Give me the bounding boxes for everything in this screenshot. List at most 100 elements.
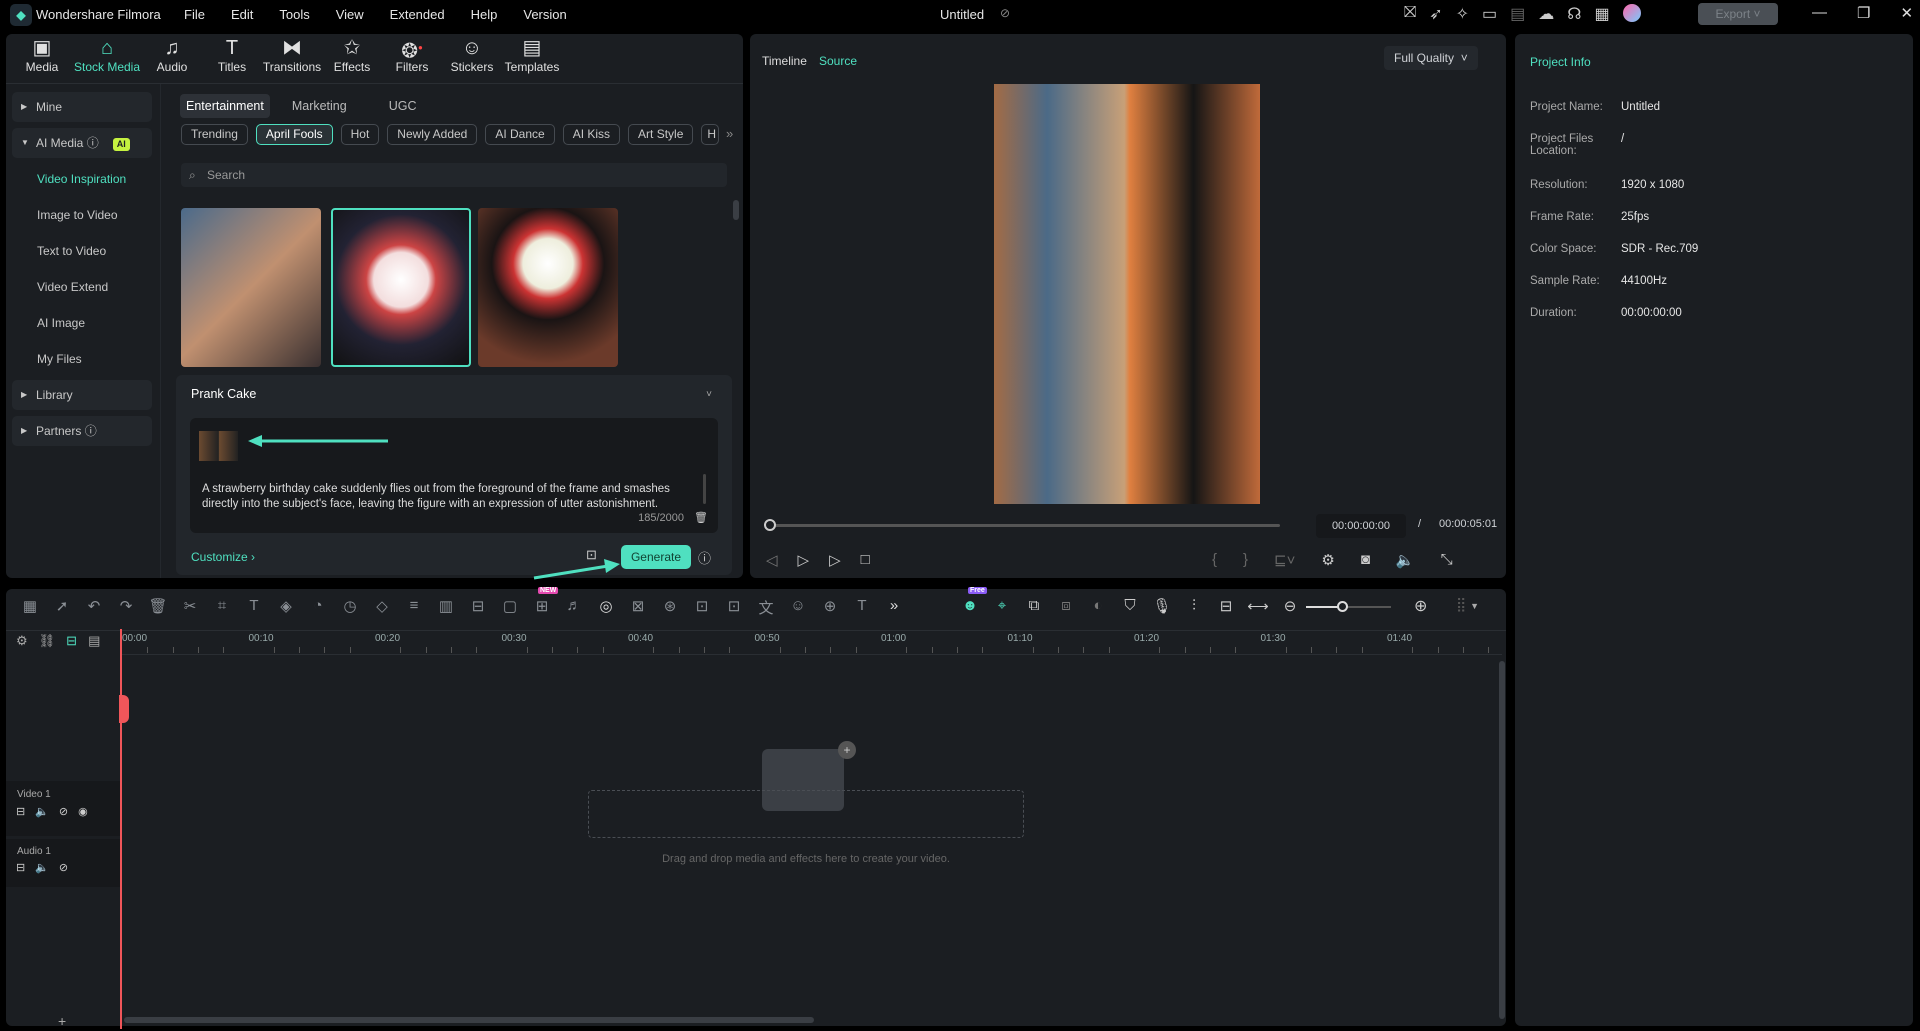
menu-help[interactable]: Help bbox=[471, 7, 498, 22]
menu-edit[interactable]: Edit bbox=[231, 7, 253, 22]
current-time[interactable]: 00:00:00:00 bbox=[1316, 514, 1406, 538]
ai-tool-icon[interactable]: ⊞NEW bbox=[526, 597, 558, 618]
sidebar-item-text-to-video[interactable]: Text to Video bbox=[12, 236, 152, 266]
mixer-icon[interactable]: ⫶ bbox=[1178, 597, 1210, 615]
playhead-handle[interactable] bbox=[119, 695, 129, 723]
toolbar-transitions[interactable]: ⧓Transitions bbox=[262, 36, 322, 74]
chip-art-style[interactable]: Art Style bbox=[628, 124, 693, 145]
mic-icon[interactable]: 🎙 bbox=[1146, 597, 1178, 615]
zoom-in-icon[interactable]: ⊕ bbox=[1414, 596, 1427, 616]
track-settings-icon[interactable]: ⚙ bbox=[16, 633, 28, 649]
disable-icon[interactable]: ⊘ bbox=[59, 805, 68, 818]
ai-audio-icon[interactable]: ◎ bbox=[590, 597, 622, 618]
tab-ugc[interactable]: UGC bbox=[383, 94, 423, 118]
reference-image-thumbnail[interactable] bbox=[199, 431, 238, 461]
tab-marketing[interactable]: Marketing bbox=[286, 94, 353, 118]
sidebar-item-ai-image[interactable]: AI Image bbox=[12, 308, 152, 338]
save-icon[interactable]: ▤ bbox=[1510, 4, 1525, 24]
template-thumbnail-prank-cake[interactable] bbox=[331, 208, 471, 367]
undo-icon[interactable]: ↶ bbox=[78, 597, 110, 618]
chip-more[interactable]: H bbox=[701, 124, 719, 145]
toolbar-media[interactable]: ▣Media bbox=[12, 36, 72, 74]
minimize-icon[interactable]: — bbox=[1812, 4, 1827, 22]
chip-hot[interactable]: Hot bbox=[341, 124, 380, 145]
play-icon[interactable]: ▷ bbox=[829, 551, 841, 569]
keyframe-icon[interactable]: ◇ bbox=[366, 597, 398, 618]
shape-icon[interactable]: ◈ bbox=[270, 597, 302, 618]
track-layout-icon[interactable]: ⣿ ▼ bbox=[1456, 596, 1479, 613]
render-icon[interactable]: ◐ bbox=[1082, 597, 1114, 615]
import-icon[interactable]: ⊡ bbox=[686, 597, 718, 618]
send-icon[interactable]: ➶ bbox=[1429, 4, 1442, 24]
prompt-text[interactable]: A strawberry birthday cake suddenly flie… bbox=[202, 482, 698, 512]
ai-text-icon[interactable]: T bbox=[846, 597, 878, 618]
zoom-out-icon[interactable]: ⊖ bbox=[1274, 597, 1306, 615]
chip-ai-dance[interactable]: AI Dance bbox=[485, 124, 554, 145]
layout-icon[interactable]: ▭ bbox=[1482, 4, 1497, 24]
clip-settings-icon[interactable]: ⊟ bbox=[1210, 597, 1242, 615]
redo-icon[interactable]: ↷ bbox=[110, 597, 142, 618]
menu-view[interactable]: View bbox=[336, 7, 364, 22]
template-thumbnail-kiss[interactable] bbox=[181, 208, 321, 367]
mute-icon[interactable]: 🔈 bbox=[35, 861, 49, 874]
ripple-icon[interactable]: ⊟ bbox=[66, 633, 77, 649]
text-icon[interactable]: T bbox=[238, 597, 270, 618]
select-icon[interactable]: ➚ bbox=[46, 597, 78, 618]
toolbar-titles[interactable]: TTitles bbox=[202, 36, 262, 74]
restore-icon[interactable]: ❐ bbox=[1857, 4, 1870, 22]
sidebar-item-partners[interactable]: ▶Partners ⓘ bbox=[12, 416, 152, 446]
stop-icon[interactable]: □ bbox=[861, 551, 870, 569]
adjust-icon[interactable]: ≡ bbox=[398, 597, 430, 618]
prompt-box[interactable]: A strawberry birthday cake suddenly flie… bbox=[190, 418, 718, 533]
smart-cut-icon[interactable]: ⌖ bbox=[986, 597, 1018, 615]
ai-copilot-icon[interactable]: ☻Free bbox=[954, 597, 986, 615]
ai-star-icon[interactable]: ✧ bbox=[1456, 4, 1469, 24]
add-track-icon[interactable]: + bbox=[58, 1013, 66, 1029]
face-icon[interactable]: ☺ bbox=[782, 597, 814, 618]
customize-link[interactable]: Customize › bbox=[191, 550, 255, 564]
delete-icon[interactable]: 🗑 bbox=[694, 511, 708, 524]
freeze-icon[interactable]: ▢ bbox=[494, 597, 526, 618]
settings-icon[interactable]: ⚙ bbox=[1321, 551, 1334, 569]
lock-icon[interactable]: ⊟ bbox=[16, 805, 25, 818]
sidebar-item-video-inspiration[interactable]: Video Inspiration bbox=[12, 164, 152, 194]
fullscreen-icon[interactable]: ⤡ bbox=[1441, 551, 1453, 569]
timer-icon[interactable]: ◷ bbox=[334, 597, 366, 618]
toolbar-templates[interactable]: ▤Templates bbox=[502, 36, 562, 74]
effects-tl-icon[interactable]: ⊛ bbox=[654, 597, 686, 618]
more-tools-icon[interactable]: » bbox=[878, 597, 910, 618]
playhead[interactable] bbox=[120, 629, 122, 1029]
toolbar-effects[interactable]: ✩Effects bbox=[322, 36, 382, 74]
chip-newly-added[interactable]: Newly Added bbox=[387, 124, 477, 145]
search-input[interactable]: ⌕Search bbox=[181, 163, 727, 187]
sidebar-item-mine[interactable]: ▶Mine bbox=[12, 92, 152, 122]
sidebar-item-ai-media[interactable]: ▼AI Media ⓘAI bbox=[12, 128, 152, 158]
translate-icon[interactable]: 文 bbox=[750, 597, 782, 618]
collapse-chevron-icon[interactable]: ˅ bbox=[706, 389, 712, 400]
avatar[interactable] bbox=[1623, 4, 1641, 22]
snapshot-icon[interactable]: ◙ bbox=[1361, 551, 1370, 569]
mute-icon[interactable]: 🔈 bbox=[35, 805, 49, 818]
add-media-icon[interactable]: + bbox=[838, 741, 856, 759]
music-icon[interactable]: ♬ bbox=[558, 597, 590, 618]
horizontal-scrollbar[interactable] bbox=[124, 1017, 814, 1023]
eye-icon[interactable]: ◉ bbox=[78, 805, 88, 818]
sidebar-item-library[interactable]: ▶Library bbox=[12, 380, 152, 410]
export-tl-icon[interactable]: ⊡ bbox=[718, 597, 750, 618]
menu-extended[interactable]: Extended bbox=[390, 7, 445, 22]
toolbar-filters[interactable]: ❂●Filters bbox=[382, 36, 442, 74]
quality-select[interactable]: Full Quality ˅ bbox=[1384, 46, 1478, 70]
chip-trending[interactable]: Trending bbox=[181, 124, 248, 145]
delete-icon[interactable]: 🗑 bbox=[142, 597, 174, 618]
tab-source[interactable]: Source bbox=[819, 54, 857, 68]
menu-version[interactable]: Version bbox=[523, 7, 566, 22]
sidebar-item-my-files[interactable]: My Files bbox=[12, 344, 152, 374]
audio-wave-icon[interactable]: ▥ bbox=[430, 597, 462, 618]
help-icon[interactable]: ⓘ bbox=[87, 136, 99, 150]
layout-grid-icon[interactable]: ▦ bbox=[14, 597, 46, 618]
chip-ai-kiss[interactable]: AI Kiss bbox=[563, 124, 620, 145]
fit-icon[interactable]: ⟷ bbox=[1242, 597, 1274, 615]
marker-icon[interactable]: ⛉ bbox=[1114, 597, 1146, 615]
lock-icon[interactable]: ⊟ bbox=[16, 861, 25, 874]
template-thumbnail-cake-face[interactable] bbox=[478, 208, 618, 367]
